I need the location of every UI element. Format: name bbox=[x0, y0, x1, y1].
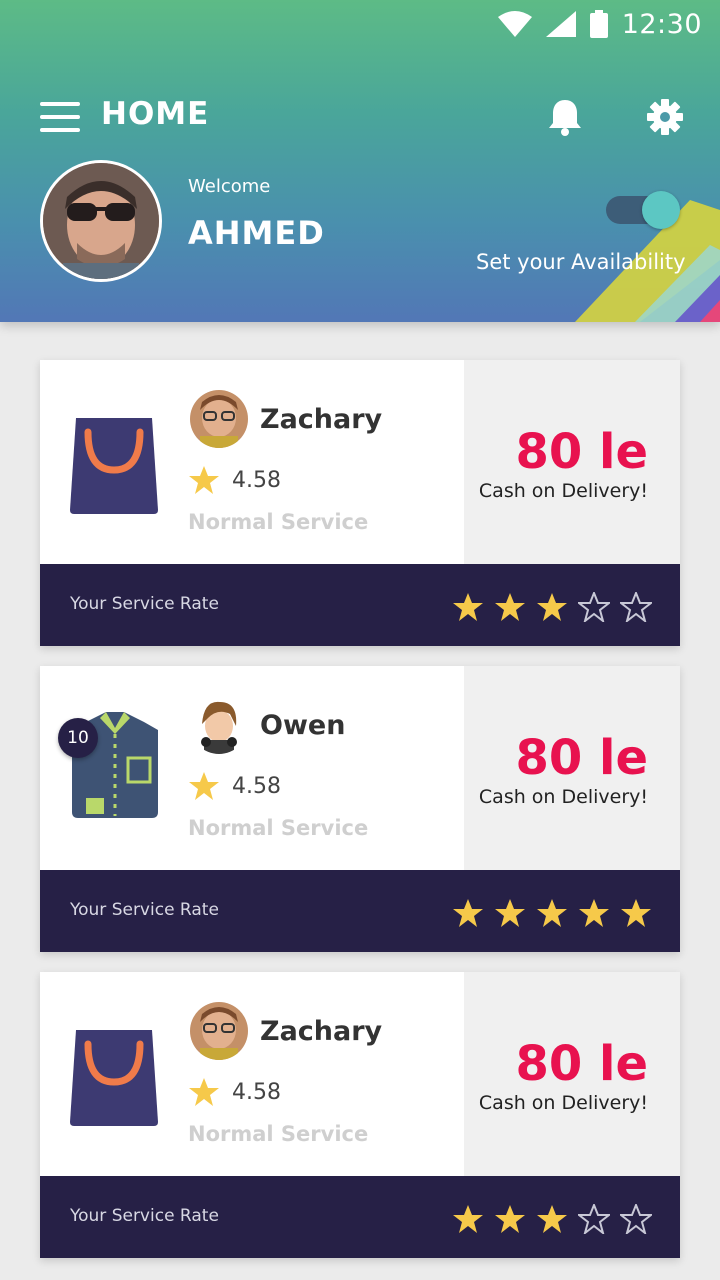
customer-avatar[interactable] bbox=[190, 696, 248, 754]
user-name: AHMED bbox=[188, 214, 325, 252]
service-rate-stars[interactable] bbox=[452, 592, 652, 622]
star-empty-icon[interactable] bbox=[620, 1204, 652, 1234]
bell-icon[interactable] bbox=[546, 97, 584, 137]
rating-star-icon bbox=[189, 1078, 219, 1106]
price-panel: 80 le Cash on Delivery! bbox=[464, 666, 680, 870]
shopping-bag-icon bbox=[70, 1030, 158, 1126]
service-type: Normal Service bbox=[188, 1122, 369, 1146]
battery-icon bbox=[589, 10, 608, 38]
star-filled-icon[interactable] bbox=[536, 592, 568, 622]
star-empty-icon[interactable] bbox=[578, 592, 610, 622]
availability-label: Set your Availability bbox=[476, 250, 686, 274]
star-filled-icon[interactable] bbox=[452, 592, 484, 622]
service-type: Normal Service bbox=[188, 816, 369, 840]
service-rate-label: Your Service Rate bbox=[70, 1206, 219, 1226]
menu-icon[interactable] bbox=[40, 102, 80, 132]
customer-avatar[interactable] bbox=[190, 1002, 248, 1060]
payment-method: Cash on Delivery! bbox=[478, 786, 648, 808]
wifi-icon bbox=[497, 11, 532, 37]
order-card[interactable]: 10 Owen 4.58 Normal Service 80 le Cash o… bbox=[40, 666, 680, 952]
order-price: 80 le bbox=[515, 1036, 648, 1092]
service-rate-label: Your Service Rate bbox=[70, 594, 219, 614]
toggle-knob bbox=[642, 191, 680, 229]
customer-name: Owen bbox=[260, 710, 346, 741]
customer-rating: 4.58 bbox=[232, 468, 281, 493]
shopping-bag-icon bbox=[70, 418, 158, 514]
price-panel: 80 le Cash on Delivery! bbox=[464, 360, 680, 564]
page-title: HOME bbox=[101, 96, 210, 132]
star-filled-icon[interactable] bbox=[494, 592, 526, 622]
customer-name: Zachary bbox=[260, 1016, 383, 1047]
order-price: 80 le bbox=[515, 730, 648, 786]
status-bar: 12:30 bbox=[0, 0, 720, 48]
user-avatar[interactable] bbox=[40, 160, 162, 282]
service-rate-bar: Your Service Rate bbox=[40, 870, 680, 952]
star-filled-icon[interactable] bbox=[452, 1204, 484, 1234]
rating-star-icon bbox=[189, 466, 219, 494]
order-price: 80 le bbox=[515, 424, 648, 480]
service-rate-stars[interactable] bbox=[452, 1204, 652, 1234]
star-empty-icon[interactable] bbox=[578, 1204, 610, 1234]
order-card[interactable]: Zachary 4.58 Normal Service 80 le Cash o… bbox=[40, 972, 680, 1258]
service-rate-stars[interactable] bbox=[452, 898, 652, 928]
header: 12:30 HOME Welcome AHMED Set your Availa… bbox=[0, 0, 720, 322]
star-filled-icon[interactable] bbox=[536, 898, 568, 928]
service-rate-bar: Your Service Rate bbox=[40, 564, 680, 646]
service-rate-bar: Your Service Rate bbox=[40, 1176, 680, 1258]
order-card[interactable]: Zachary 4.58 Normal Service 80 le Cash o… bbox=[40, 360, 680, 646]
product-image bbox=[70, 1030, 158, 1126]
top-bar: HOME bbox=[0, 92, 720, 142]
customer-rating: 4.58 bbox=[232, 1080, 281, 1105]
star-filled-icon[interactable] bbox=[494, 1204, 526, 1234]
product-image bbox=[70, 418, 158, 514]
price-panel: 80 le Cash on Delivery! bbox=[464, 972, 680, 1176]
star-filled-icon[interactable] bbox=[452, 898, 484, 928]
star-filled-icon[interactable] bbox=[620, 898, 652, 928]
availability-toggle[interactable] bbox=[606, 191, 680, 229]
star-filled-icon[interactable] bbox=[494, 898, 526, 928]
welcome-text: Welcome bbox=[188, 176, 271, 197]
star-empty-icon[interactable] bbox=[620, 592, 652, 622]
quantity-badge: 10 bbox=[58, 718, 98, 758]
status-time: 12:30 bbox=[621, 8, 702, 40]
signal-icon bbox=[545, 11, 576, 37]
customer-avatar[interactable] bbox=[190, 390, 248, 448]
payment-method: Cash on Delivery! bbox=[478, 480, 648, 502]
customer-name: Zachary bbox=[260, 404, 383, 435]
star-filled-icon[interactable] bbox=[578, 898, 610, 928]
gear-icon[interactable] bbox=[646, 98, 684, 136]
service-rate-label: Your Service Rate bbox=[70, 900, 219, 920]
service-type: Normal Service bbox=[188, 510, 369, 534]
star-filled-icon[interactable] bbox=[536, 1204, 568, 1234]
customer-rating: 4.58 bbox=[232, 774, 281, 799]
rating-star-icon bbox=[189, 772, 219, 800]
payment-method: Cash on Delivery! bbox=[478, 1092, 648, 1114]
